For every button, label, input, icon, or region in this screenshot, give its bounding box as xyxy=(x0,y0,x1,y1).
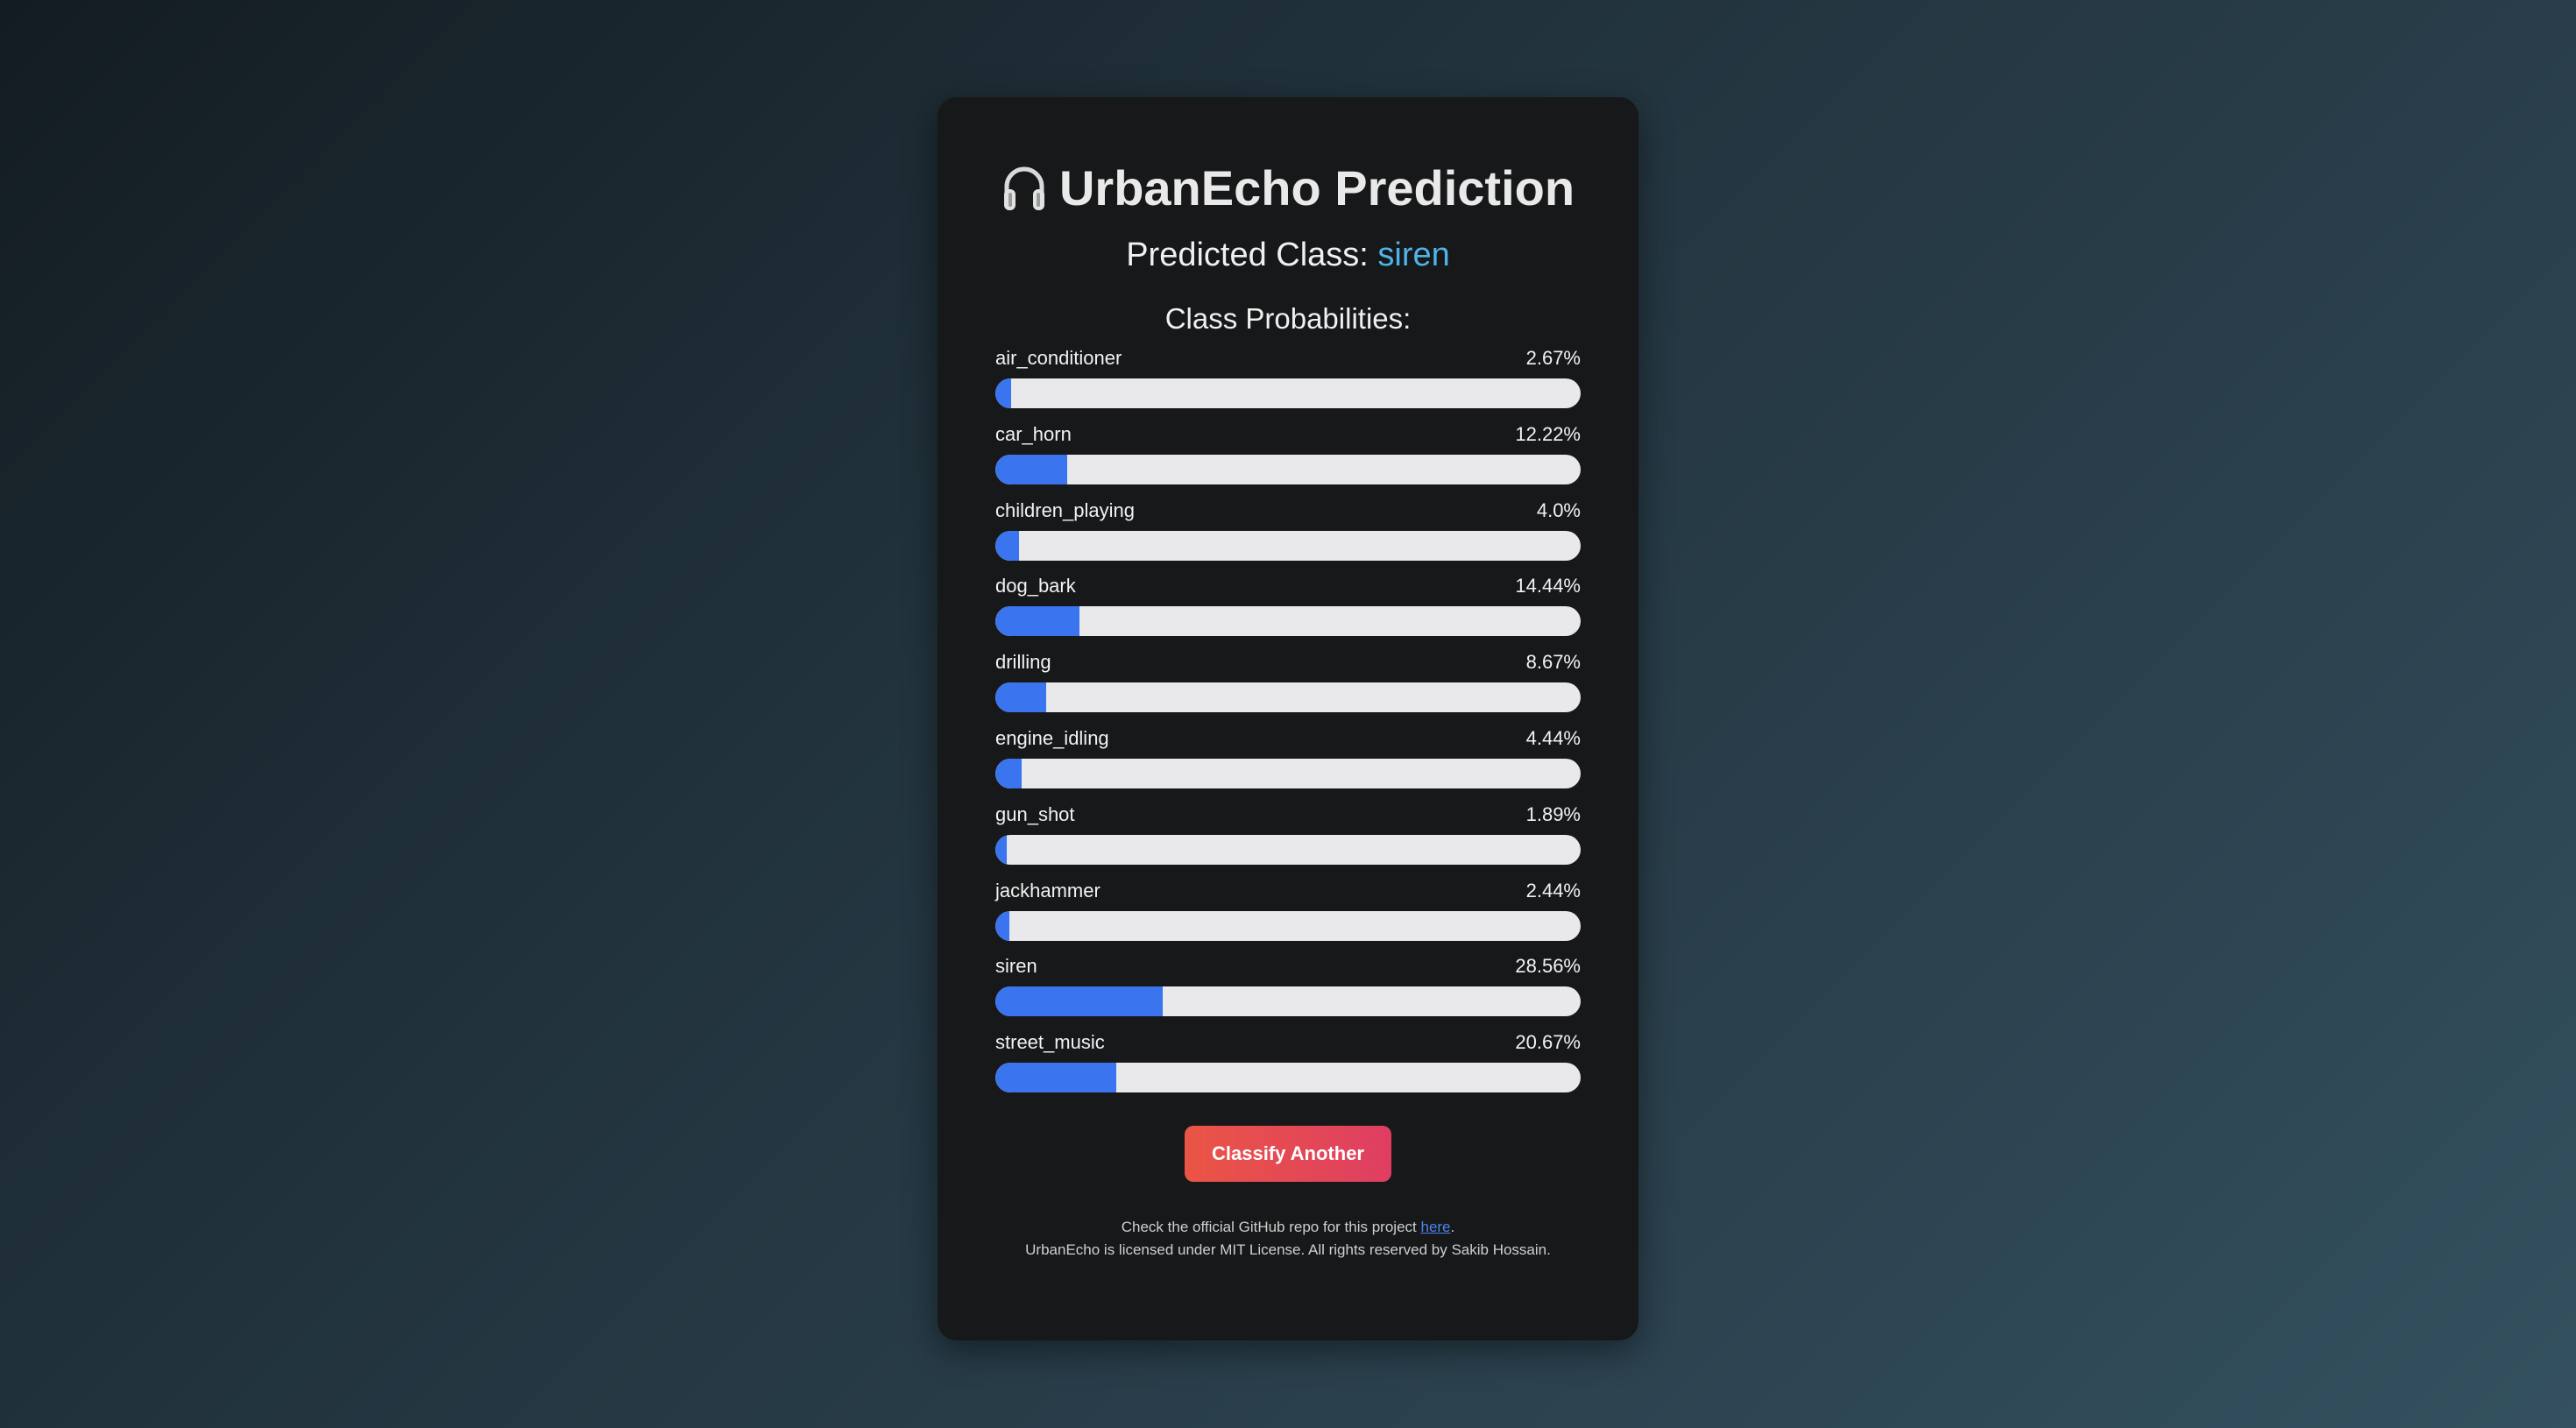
page-title: UrbanEcho Prediction xyxy=(938,152,1638,225)
probability-bar-fill xyxy=(995,606,1080,637)
probability-bar xyxy=(995,606,1581,637)
probability-bar xyxy=(995,530,1581,561)
probability-bar xyxy=(995,1063,1581,1093)
probability-bar xyxy=(995,758,1581,788)
probability-label: jackhammer xyxy=(995,879,1100,901)
probability-bar-fill xyxy=(995,758,1022,788)
predicted-class: Predicted Class: siren xyxy=(938,230,1638,279)
probability-label: drilling xyxy=(995,651,1051,674)
probability-value: 4.44% xyxy=(1525,726,1581,749)
probability-value: 1.89% xyxy=(1525,802,1581,825)
probability-bar-fill xyxy=(995,454,1067,484)
prediction-card: UrbanEcho Prediction Predicted Class: si… xyxy=(938,97,1638,1340)
probability-bar-fill xyxy=(995,682,1046,713)
probability-value: 2.67% xyxy=(1525,347,1581,369)
probability-row: jackhammer 2.44% xyxy=(995,875,1581,951)
probability-bar xyxy=(995,986,1581,1017)
probability-row: gun_shot 1.89% xyxy=(995,799,1581,875)
classify-another-button[interactable]: Classify Another xyxy=(1185,1126,1391,1182)
probability-value: 20.67% xyxy=(1515,1031,1581,1054)
probability-label: street_music xyxy=(995,1031,1105,1054)
github-link[interactable]: here xyxy=(1420,1219,1450,1235)
footer-license-line: UrbanEcho is licensed under MIT License.… xyxy=(1025,1241,1551,1258)
probability-bar-fill xyxy=(995,986,1163,1017)
probability-value: 2.44% xyxy=(1525,879,1581,901)
probability-bar-fill xyxy=(995,834,1007,865)
probability-row: siren 28.56% xyxy=(995,951,1581,1027)
probability-label: engine_idling xyxy=(995,726,1109,749)
probability-row: drilling 8.67% xyxy=(995,647,1581,723)
probability-list: air_conditioner 2.67% car_horn 12.22% childr… xyxy=(995,343,1581,1103)
probability-label: air_conditioner xyxy=(995,347,1122,369)
probability-label: dog_bark xyxy=(995,575,1076,597)
probability-row: dog_bark 14.44% xyxy=(995,570,1581,647)
probability-value: 28.56% xyxy=(1515,955,1581,978)
probability-bar xyxy=(995,454,1581,484)
probability-value: 14.44% xyxy=(1515,575,1581,597)
probability-value: 4.0% xyxy=(1536,498,1581,521)
predicted-class-label: Predicted Class: xyxy=(1126,237,1378,273)
probability-label: car_horn xyxy=(995,422,1072,445)
probability-bar-fill xyxy=(995,910,1010,941)
footer-github-suffix: . xyxy=(1450,1219,1455,1235)
probability-bar-fill xyxy=(995,1063,1117,1093)
probability-bar xyxy=(995,834,1581,865)
title-text: UrbanEcho Prediction xyxy=(1058,160,1575,216)
probability-row: air_conditioner 2.67% xyxy=(995,343,1581,419)
probability-label: children_playing xyxy=(995,498,1135,521)
headphones-icon xyxy=(1003,166,1044,211)
probability-row: children_playing 4.0% xyxy=(995,495,1581,571)
probability-bar xyxy=(995,910,1581,941)
probability-row: car_horn 12.22% xyxy=(995,419,1581,495)
probabilities-heading: Class Probabilities: xyxy=(1164,302,1412,335)
probability-bar xyxy=(995,378,1581,408)
footer-github-line: Check the official GitHub repo for this … xyxy=(938,1216,1638,1239)
probability-bar xyxy=(995,682,1581,713)
footer: Check the official GitHub repo for this … xyxy=(938,1216,1638,1262)
probability-bar-fill xyxy=(995,530,1019,561)
probability-label: gun_shot xyxy=(995,802,1075,825)
probability-row: engine_idling 4.44% xyxy=(995,723,1581,799)
predicted-class-value: siren xyxy=(1377,237,1450,273)
footer-github-text: Check the official GitHub repo for this … xyxy=(1121,1219,1421,1235)
probability-row: street_music 20.67% xyxy=(995,1027,1581,1103)
probability-value: 12.22% xyxy=(1515,422,1581,445)
probability-bar-fill xyxy=(995,378,1011,408)
probability-value: 8.67% xyxy=(1525,651,1581,674)
probability-label: siren xyxy=(995,955,1037,978)
